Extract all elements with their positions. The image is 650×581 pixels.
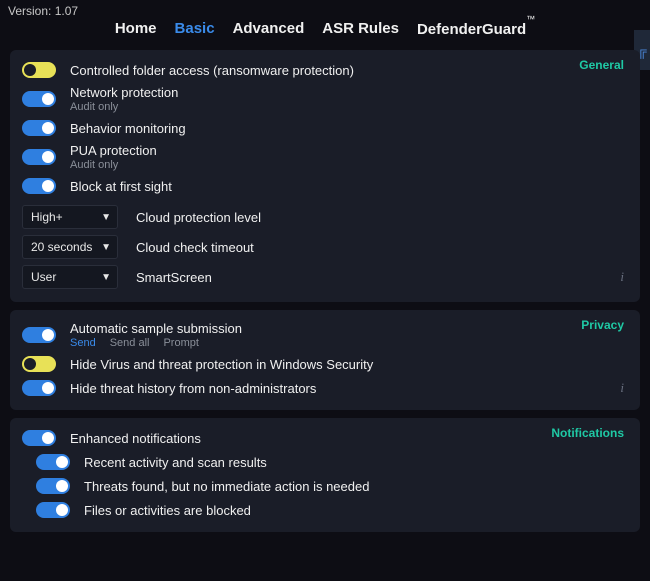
select-smartscreen[interactable]: User ▼ [22, 265, 118, 289]
info-icon[interactable]: i [620, 269, 624, 285]
toggle-behavior[interactable] [22, 120, 56, 136]
label-cloud-level: Cloud protection level [136, 210, 261, 225]
row-hide-virus: Hide Virus and threat protection in Wind… [22, 352, 628, 376]
sublabel-pua-audit: Audit only [70, 159, 118, 171]
toggle-auto-sample[interactable] [22, 327, 56, 343]
label-files-blocked: Files or activities are blocked [84, 503, 251, 518]
info-icon[interactable]: i [620, 380, 624, 396]
select-smartscreen-value: User [31, 270, 56, 284]
row-behavior: Behavior monitoring [22, 116, 628, 140]
label-recent: Recent activity and scan results [84, 455, 267, 470]
row-enhanced: Enhanced notifications [22, 426, 628, 450]
row-controlled-folder: Controlled folder access (ransomware pro… [22, 58, 628, 82]
label-pua: PUA protection [70, 143, 157, 158]
tab-bar: Home Basic Advanced ASR Rules DefenderGu… [0, 20, 650, 44]
label-smartscreen: SmartScreen [136, 270, 212, 285]
chevron-down-icon: ▼ [101, 212, 111, 223]
tab-home[interactable]: Home [115, 20, 157, 38]
panel-notifications: Notifications Enhanced notifications Rec… [10, 418, 640, 532]
select-cloud-timeout-value: 20 seconds [31, 240, 92, 254]
toggle-network-protection[interactable] [22, 91, 56, 107]
select-cloud-level[interactable]: High+ ▼ [22, 205, 118, 229]
row-block-first-sight: Block at first sight [22, 174, 628, 198]
panel-privacy: Privacy Automatic sample submission Send… [10, 310, 640, 410]
select-cloud-level-value: High+ [31, 210, 63, 224]
toggle-files-blocked[interactable] [36, 502, 70, 518]
tab-advanced[interactable]: Advanced [233, 20, 305, 38]
row-hide-history: Hide threat history from non-administrat… [22, 376, 628, 400]
toggle-pua[interactable] [22, 149, 56, 165]
link-prompt[interactable]: Prompt [163, 337, 198, 349]
row-cloud-level: High+ ▼ Cloud protection level [22, 202, 628, 232]
row-auto-sample: Automatic sample submission Send Send al… [22, 318, 628, 352]
toggle-hide-history[interactable] [22, 380, 56, 396]
label-block-first-sight: Block at first sight [70, 179, 172, 194]
chevron-down-icon: ▼ [101, 272, 111, 283]
chevron-down-icon: ▼ [101, 242, 111, 253]
toggle-enhanced[interactable] [22, 430, 56, 446]
row-pua: PUA protection Audit only [22, 140, 628, 174]
row-cloud-timeout: 20 seconds ▼ Cloud check timeout [22, 232, 628, 262]
row-recent: Recent activity and scan results [22, 450, 628, 474]
label-threats-found: Threats found, but no immediate action i… [84, 479, 369, 494]
panel-general: General Controlled folder access (ransom… [10, 50, 640, 302]
tab-asr-rules[interactable]: ASR Rules [322, 20, 399, 38]
row-threats-found: Threats found, but no immediate action i… [22, 474, 628, 498]
select-cloud-timeout[interactable]: 20 seconds ▼ [22, 235, 118, 259]
version-label: Version: 1.07 [0, 0, 650, 20]
tab-defenderguard[interactable]: DefenderGuard™ [417, 20, 535, 38]
toggle-hide-virus[interactable] [22, 356, 56, 372]
label-hide-history: Hide threat history from non-administrat… [70, 381, 316, 396]
toggle-block-first-sight[interactable] [22, 178, 56, 194]
link-send[interactable]: Send [70, 337, 96, 349]
toggle-controlled-folder[interactable] [22, 62, 56, 78]
tab-basic[interactable]: Basic [175, 20, 215, 38]
label-behavior: Behavior monitoring [70, 121, 186, 136]
label-auto-sample: Automatic sample submission [70, 321, 242, 336]
tab-defenderguard-label: DefenderGuard [417, 21, 526, 38]
row-network-protection: Network protection Audit only [22, 82, 628, 116]
row-smartscreen: User ▼ SmartScreen i [22, 262, 628, 292]
toggle-threats-found[interactable] [36, 478, 70, 494]
link-send-all[interactable]: Send all [110, 337, 150, 349]
sublabel-network-audit: Audit only [70, 101, 118, 113]
label-enhanced: Enhanced notifications [70, 431, 201, 446]
row-files-blocked: Files or activities are blocked [22, 498, 628, 522]
trademark-icon: ™ [526, 14, 535, 24]
label-hide-virus: Hide Virus and threat protection in Wind… [70, 357, 373, 372]
label-controlled-folder: Controlled folder access (ransomware pro… [70, 63, 354, 78]
label-cloud-timeout: Cloud check timeout [136, 240, 254, 255]
label-network-protection: Network protection [70, 85, 178, 100]
toggle-recent[interactable] [36, 454, 70, 470]
